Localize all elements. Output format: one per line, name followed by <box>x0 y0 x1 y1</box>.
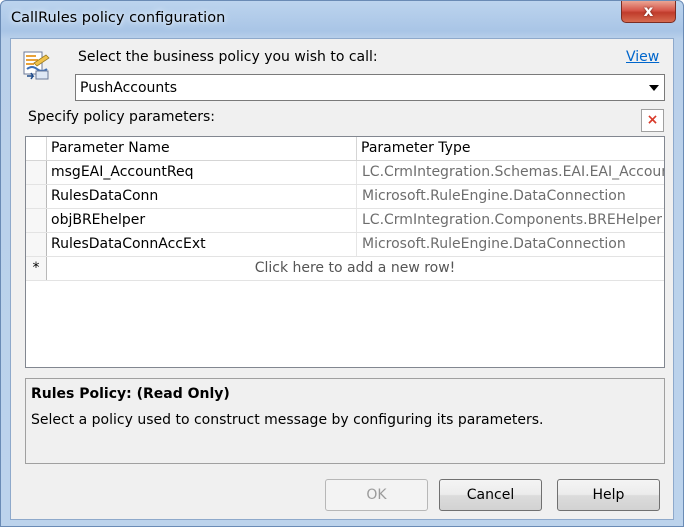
parameter-type-cell: Microsoft.RuleEngine.DataConnection <box>356 233 664 256</box>
parameter-type-cell: LC.CrmIntegration.Schemas.EAI.EAI_Accoun… <box>356 161 664 184</box>
params-label: Specify policy parameters: <box>28 109 215 125</box>
parameter-name-cell[interactable]: msgEAI_AccountReq <box>46 161 356 184</box>
column-header-parameter-type[interactable]: Parameter Type <box>356 137 664 160</box>
window-title: CallRules policy configuration <box>11 10 226 26</box>
column-header-parameter-name[interactable]: Parameter Name <box>46 137 356 160</box>
new-row-icon: * <box>32 260 40 276</box>
info-title: Rules Policy: (Read Only) <box>31 386 230 402</box>
delete-row-button[interactable]: × <box>641 109 664 132</box>
close-button[interactable]: x <box>621 1 676 23</box>
new-row[interactable]: * Click here to add a new row! <box>26 257 664 281</box>
table-row[interactable]: objBREhelper LC.CrmIntegration.Component… <box>26 209 664 233</box>
dialog-window: CallRules policy configuration x Select … <box>0 0 684 527</box>
parameter-type-cell: Microsoft.RuleEngine.DataConnection <box>356 185 664 208</box>
info-description: Select a policy used to construct messag… <box>31 412 544 428</box>
parameter-name-cell[interactable]: RulesDataConn <box>46 185 356 208</box>
close-icon: x <box>643 2 654 20</box>
table-row[interactable]: msgEAI_AccountReq LC.CrmIntegration.Sche… <box>26 161 664 185</box>
cancel-button[interactable]: Cancel <box>439 479 542 511</box>
dialog-client: Select the business policy you wish to c… <box>10 38 674 520</box>
policy-rules-icon <box>23 51 50 80</box>
policy-dropdown-value: PushAccounts <box>80 80 178 96</box>
ok-button[interactable]: OK <box>325 479 428 511</box>
policy-dropdown[interactable]: PushAccounts <box>75 74 665 101</box>
help-button[interactable]: Help <box>557 479 660 511</box>
row-selector[interactable] <box>26 185 47 208</box>
table-row[interactable]: RulesDataConn Microsoft.RuleEngine.DataC… <box>26 185 664 209</box>
table-row[interactable]: RulesDataConnAccExt Microsoft.RuleEngine… <box>26 233 664 257</box>
parameter-name-cell[interactable]: RulesDataConnAccExt <box>46 233 356 256</box>
row-selector[interactable] <box>26 209 47 232</box>
delete-icon: × <box>646 112 659 128</box>
add-new-row-prompt[interactable]: Click here to add a new row! <box>46 257 664 280</box>
row-selector[interactable] <box>26 233 47 256</box>
title-bar[interactable]: CallRules policy configuration x <box>1 1 683 38</box>
parameter-name-cell[interactable]: objBREhelper <box>46 209 356 232</box>
view-link[interactable]: View <box>626 49 659 65</box>
policy-info-panel: Rules Policy: (Read Only) Select a polic… <box>25 378 665 464</box>
parameter-type-cell: LC.CrmIntegration.Components.BREHelper <box>356 209 664 232</box>
grid-header: Parameter Name Parameter Type <box>26 137 664 161</box>
row-selector[interactable] <box>26 161 47 184</box>
new-row-selector[interactable]: * <box>26 257 47 280</box>
parameters-grid[interactable]: Parameter Name Parameter Type msgEAI_Acc… <box>25 136 665 368</box>
chevron-down-icon[interactable] <box>644 76 662 99</box>
policy-select-label: Select the business policy you wish to c… <box>78 49 378 65</box>
